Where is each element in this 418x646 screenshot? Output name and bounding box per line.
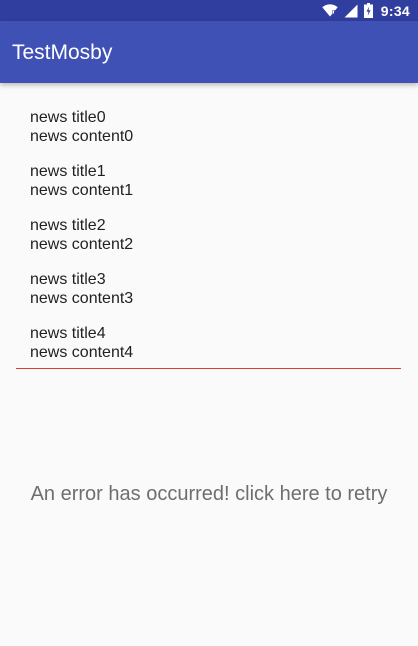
app-title: TestMosby — [12, 41, 113, 64]
wifi-icon — [322, 4, 338, 17]
status-time: 9:34 — [380, 2, 410, 19]
news-item[interactable]: news title1 news content1 — [30, 162, 390, 216]
status-icons: 9:34 — [322, 0, 410, 21]
news-content: news content2 — [30, 236, 134, 253]
signal-icon — [344, 4, 358, 17]
news-item[interactable]: news title2 news content2 — [30, 216, 390, 270]
news-item[interactable]: news title3 news content3 — [30, 270, 390, 324]
status-bar: 9:34 — [0, 0, 418, 21]
news-title: news title1 — [30, 163, 106, 180]
news-title: news title2 — [30, 217, 106, 234]
news-title: news title4 — [30, 325, 106, 342]
news-title: news title0 — [30, 109, 106, 126]
news-title: news title3 — [30, 271, 106, 288]
app-bar: TestMosby — [0, 21, 418, 83]
news-item[interactable]: news title4 news content4 — [30, 324, 390, 378]
news-content: news content0 — [30, 128, 134, 145]
list-divider — [16, 368, 401, 369]
news-content: news content1 — [30, 182, 134, 199]
error-retry-message[interactable]: An error has occurred! click here to ret… — [20, 481, 398, 507]
news-content: news content4 — [30, 344, 134, 361]
battery-icon — [363, 3, 373, 18]
news-list: news title0 news content0 news title1 ne… — [30, 108, 390, 378]
news-content: news content3 — [30, 290, 134, 307]
news-item[interactable]: news title0 news content0 — [30, 108, 390, 162]
